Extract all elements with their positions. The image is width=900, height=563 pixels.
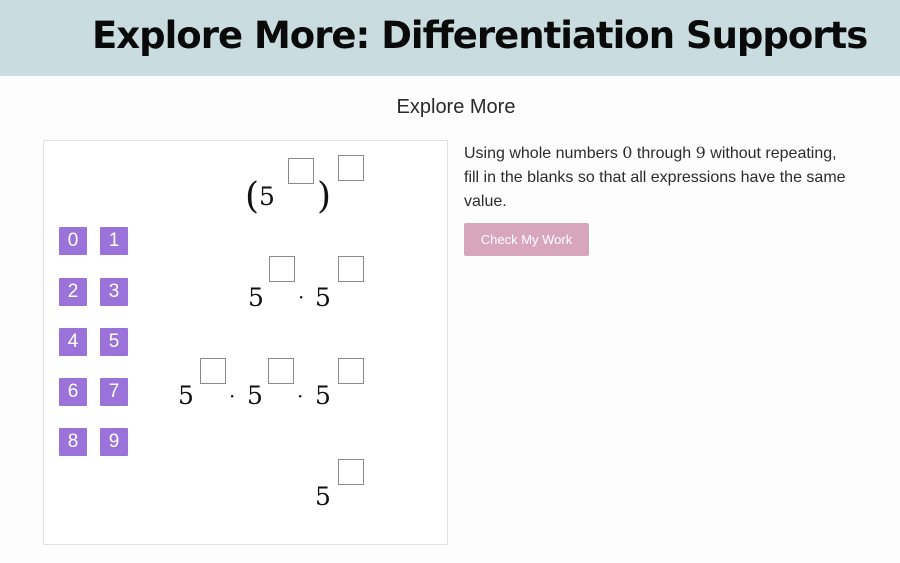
header-banner: Explore More: Differentiation Supports: [0, 0, 900, 76]
exponent-blank[interactable]: [200, 358, 226, 384]
exponent-blank-inner[interactable]: [288, 158, 314, 184]
number-tile-1[interactable]: 1: [100, 227, 128, 255]
exponent-blank[interactable]: [268, 358, 294, 384]
open-paren: (: [245, 176, 260, 217]
close-paren: ): [317, 176, 332, 217]
expression-power-of-power: (5: [245, 176, 275, 217]
number-tile-6[interactable]: 6: [59, 378, 87, 406]
instructions-part: Using whole numbers: [464, 145, 623, 162]
banner-title: Explore More: Differentiation Supports: [92, 14, 868, 57]
instructions-part: through: [632, 145, 696, 162]
number-tile-9[interactable]: 9: [100, 428, 128, 456]
base-number: 5: [315, 381, 331, 410]
instructions-text: Using whole numbers 0 through 9 without …: [464, 141, 854, 214]
exponent-blank[interactable]: [338, 459, 364, 485]
multiply-dot: ·: [229, 384, 236, 408]
section-title: Explore More: [396, 96, 516, 118]
instructions-number: 0: [622, 143, 633, 162]
multiply-dot: ·: [297, 384, 304, 408]
number-tile-4[interactable]: 4: [59, 328, 87, 356]
number-tile-0[interactable]: 0: [59, 227, 87, 255]
base-number: 5: [248, 283, 264, 312]
base-number: 5: [315, 482, 331, 511]
instructions-number: 9: [695, 143, 706, 162]
base-number: 5: [178, 381, 194, 410]
base-number: 5: [315, 283, 331, 312]
number-tile-8[interactable]: 8: [59, 428, 87, 456]
number-tile-3[interactable]: 3: [100, 278, 128, 306]
exponent-blank[interactable]: [338, 256, 364, 282]
number-tile-2[interactable]: 2: [59, 278, 87, 306]
exponent-blank-outer[interactable]: [338, 155, 364, 181]
base-number: 5: [259, 182, 275, 211]
check-my-work-button[interactable]: Check My Work: [464, 223, 589, 256]
number-tile-7[interactable]: 7: [100, 378, 128, 406]
multiply-dot: ·: [298, 285, 305, 309]
expression-power-of-power-close: ): [317, 176, 332, 217]
exponent-blank[interactable]: [269, 256, 295, 282]
exponent-blank[interactable]: [338, 358, 364, 384]
number-tile-5[interactable]: 5: [100, 328, 128, 356]
base-number: 5: [247, 381, 263, 410]
